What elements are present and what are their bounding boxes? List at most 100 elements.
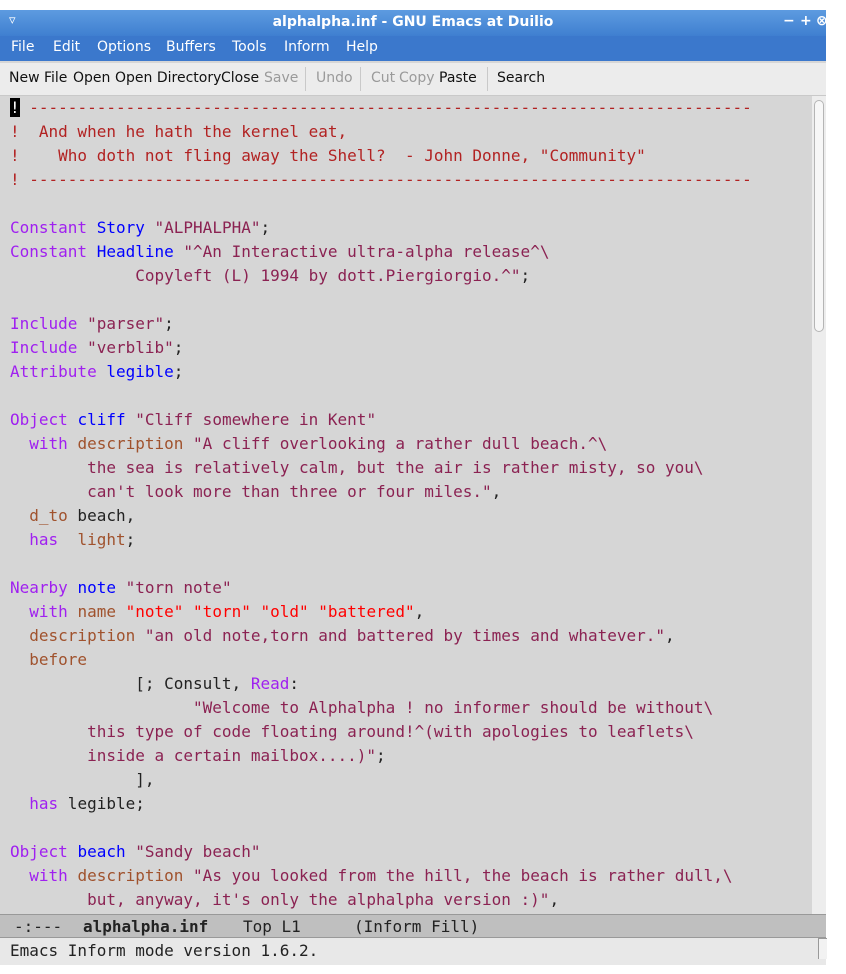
code-line[interactable]: but, anyway, it's only the alphalpha ver… (10, 888, 559, 912)
code-token: Headline (96, 242, 174, 261)
code-line[interactable]: Attribute legible; (10, 360, 183, 384)
code-token: Copyleft (L) 1994 by dott.Piergiorgio.^" (10, 266, 521, 285)
code-line[interactable]: ! And when he hath the kernel eat, (10, 120, 347, 144)
code-line[interactable]: this type of code floating around!^(with… (10, 720, 694, 744)
code-line[interactable]: [; Consult, Read: (10, 672, 299, 696)
code-token: inside a certain mailbox....)" (10, 746, 377, 765)
paste-button[interactable]: Paste (439, 70, 477, 86)
code-token: has (29, 530, 59, 549)
editor-buffer[interactable]: ! --------------------------------------… (0, 96, 812, 914)
code-token: Include (10, 338, 78, 357)
scrollbar-thumb[interactable] (814, 100, 824, 332)
code-token: ! --------------------------------------… (10, 170, 752, 189)
code-line[interactable]: Include "parser"; (10, 312, 174, 336)
code-token: with (29, 602, 68, 621)
close-button[interactable]: Close (221, 70, 259, 86)
toolbar-separator (305, 67, 306, 91)
code-token: "Welcome to Alphalpha ! no informer shou… (10, 698, 714, 717)
title-bar[interactable]: ▿ alphalpha.inf - GNU Emacs at Duilio − … (0, 10, 826, 36)
code-line[interactable]: Include "verblib"; (10, 336, 183, 360)
vertical-scrollbar[interactable] (812, 96, 826, 914)
code-token: beach (77, 842, 126, 861)
menu-help[interactable]: Help (346, 39, 378, 55)
code-line[interactable]: the sea is relatively calm, but the air … (10, 456, 704, 480)
code-line[interactable]: d_to beach, (10, 504, 135, 528)
open-button[interactable]: Open (73, 70, 110, 86)
modeline-mode[interactable]: (Inform Fill) (354, 917, 479, 937)
code-token: , (491, 482, 502, 501)
code-line[interactable]: ], (10, 768, 154, 792)
code-token: ; (173, 338, 184, 357)
code-token: cliff (77, 410, 126, 429)
menu-inform[interactable]: Inform (284, 39, 330, 55)
code-line[interactable]: Constant Story "ALPHALPHA"; (10, 216, 270, 240)
menu-options[interactable]: Options (97, 39, 151, 55)
code-line[interactable]: inside a certain mailbox....)"; (10, 744, 386, 768)
code-line[interactable]: has light; (10, 528, 135, 552)
close-icon[interactable]: ⊗ (816, 13, 826, 29)
menu-buffers[interactable]: Buffers (166, 39, 216, 55)
modeline-buffer-name[interactable]: alphalpha.inf (83, 917, 208, 937)
code-line[interactable]: Nearby note "torn note" (10, 576, 232, 600)
code-line[interactable]: has legible; (10, 792, 145, 816)
code-token: "battered" (318, 602, 415, 621)
code-token: Story (96, 218, 145, 237)
code-token: "Cliff somewhere in Kent" (135, 410, 377, 429)
menu-edit[interactable]: Edit (53, 39, 80, 55)
code-token: ----------------------------------------… (19, 98, 752, 117)
search-button[interactable]: Search (497, 70, 545, 86)
code-line[interactable]: Object cliff "Cliff somewhere in Kent" (10, 408, 376, 432)
toolbar-separator (487, 67, 488, 91)
cut-button[interactable]: Cut (371, 70, 395, 86)
code-line[interactable]: with description "A cliff overlooking a … (10, 432, 607, 456)
save-button[interactable]: Save (264, 70, 298, 86)
code-line[interactable]: description "an old note,torn and batter… (10, 624, 674, 648)
code-line[interactable]: with description "As you looked from the… (10, 864, 732, 888)
code-token: Read (250, 674, 290, 693)
echo-area[interactable]: Emacs Inform mode version 1.6.2. (0, 938, 826, 965)
code-token: "As you looked from the hill, the beach … (193, 866, 733, 885)
code-line[interactable]: "Welcome to Alphalpha ! no informer shou… (10, 696, 713, 720)
text-cursor: ! (10, 98, 20, 117)
menu-tools[interactable]: Tools (232, 39, 267, 55)
code-token: legible; (58, 794, 145, 813)
code-line[interactable]: with name "note" "torn" "old" "battered"… (10, 600, 424, 624)
code-line[interactable]: Copyleft (L) 1994 by dott.Piergiorgio.^"… (10, 264, 530, 288)
code-line[interactable]: ! Who doth not fling away the Shell? - J… (10, 144, 646, 168)
code-line[interactable]: ! --------------------------------------… (10, 96, 752, 120)
open-directory-button[interactable]: Open Directory (115, 70, 221, 86)
code-token: ! Who doth not fling away the Shell? - J… (10, 146, 646, 165)
menu-file[interactable]: File (11, 39, 34, 55)
code-line[interactable]: before (10, 648, 87, 672)
new-file-button[interactable]: New File (9, 70, 67, 86)
code-line[interactable]: Constant Headline "^An Interactive ultra… (10, 240, 549, 264)
code-line[interactable]: Object beach "Sandy beach" (10, 840, 260, 864)
maximize-icon[interactable]: + (800, 13, 812, 29)
code-line[interactable]: ! --------------------------------------… (10, 168, 752, 192)
code-line[interactable]: can't look more than three or four miles… (10, 480, 501, 504)
undo-button[interactable]: Undo (316, 70, 353, 86)
minimize-icon[interactable]: − (783, 13, 795, 29)
code-token: the sea is relatively calm, but the air … (10, 458, 704, 477)
code-token: this type of code floating around!^(with… (10, 722, 694, 741)
copy-button[interactable]: Copy (399, 70, 435, 86)
code-token: legible (106, 362, 174, 381)
